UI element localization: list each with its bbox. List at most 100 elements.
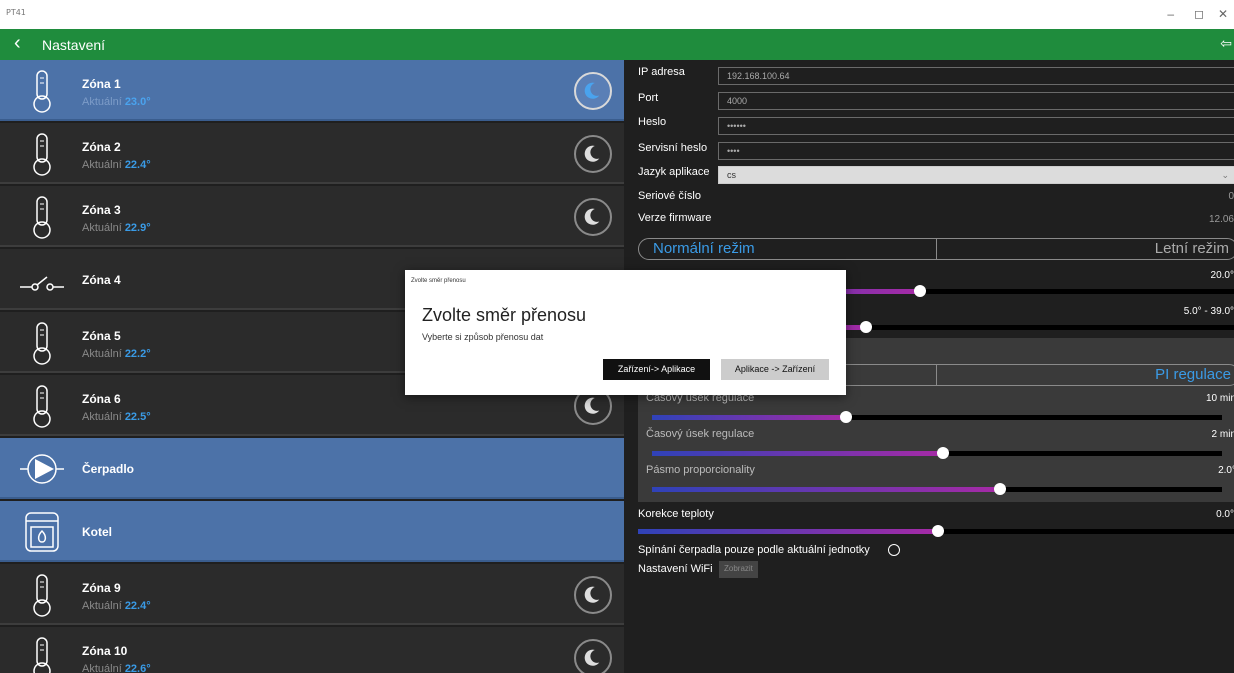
correction-value: 0.0° bbox=[1216, 509, 1234, 520]
serial-value: 0 bbox=[1228, 191, 1234, 202]
wifi-label: Nastavení WiFi bbox=[638, 563, 713, 575]
zone-name: Zóna 3 bbox=[82, 203, 121, 217]
boiler-item[interactable]: Kotel bbox=[0, 501, 624, 562]
slider1-value: 20.0° bbox=[1210, 270, 1234, 281]
chevron-down-icon: ⌄ bbox=[1221, 170, 1229, 180]
temp-value: 22.4° bbox=[124, 159, 151, 171]
regulation-pi-option[interactable]: PI regulace bbox=[1155, 365, 1231, 385]
temp-value: 23.0° bbox=[124, 96, 151, 108]
app-to-device-button[interactable]: Aplikace -> Zařízení bbox=[721, 359, 829, 380]
zone-item-2[interactable]: Zóna 2 Aktuální 22.4° bbox=[0, 123, 624, 184]
slider-knob[interactable] bbox=[860, 321, 872, 333]
reg-time2-label: Časový úsek regulace bbox=[646, 428, 755, 440]
window-title: PT41 bbox=[6, 8, 26, 17]
ip-label: IP adresa bbox=[638, 66, 685, 78]
temp-label: Aktuální bbox=[82, 96, 122, 108]
mode-toggle[interactable]: Normální režim Letní režim bbox=[638, 238, 1234, 260]
pump-item[interactable]: Čerpadlo bbox=[0, 438, 624, 499]
thermometer-icon bbox=[33, 385, 51, 428]
slider-knob[interactable] bbox=[936, 447, 949, 459]
zone-name: Zóna 10 bbox=[82, 644, 128, 658]
thermometer-icon bbox=[33, 637, 51, 673]
correction-slider[interactable] bbox=[638, 524, 1234, 538]
slider-fill bbox=[652, 415, 846, 420]
mode-summer-option[interactable]: Letní režim bbox=[1155, 239, 1229, 259]
slider-knob[interactable] bbox=[993, 483, 1006, 495]
thermometer-icon bbox=[33, 196, 51, 239]
slider-knob[interactable] bbox=[932, 525, 944, 537]
slider-knob[interactable] bbox=[914, 285, 926, 297]
page-title: Nastavení bbox=[42, 37, 106, 53]
moon-icon bbox=[584, 82, 600, 99]
zone-name: Zóna 2 bbox=[82, 140, 121, 154]
switch-icon bbox=[20, 276, 64, 291]
temp-value: 22.6° bbox=[124, 663, 151, 673]
close-button[interactable]: ✕ bbox=[1218, 7, 1228, 21]
zone-name: Zóna 4 bbox=[82, 273, 121, 287]
zone-temp-line: Aktuální 22.4° bbox=[82, 600, 151, 612]
slider-knob[interactable] bbox=[839, 411, 852, 423]
boiler-name: Kotel bbox=[82, 525, 112, 539]
temp-label: Aktuální bbox=[82, 348, 122, 360]
slider2-value: 5.0° - 39.0° bbox=[1183, 306, 1234, 317]
zone-item-9[interactable]: Zóna 9 Aktuální 22.4° bbox=[0, 564, 624, 625]
prop-value: 2.0° bbox=[1218, 465, 1234, 476]
password-label: Heslo bbox=[638, 116, 667, 128]
night-mode-button[interactable] bbox=[574, 198, 612, 236]
dialog-small-title: Zvolte směr přenosu bbox=[411, 278, 466, 284]
language-select[interactable]: cs ⌄ bbox=[718, 166, 1234, 184]
service-password-label: Servisní heslo bbox=[638, 142, 708, 154]
pump-switch-radio[interactable] bbox=[888, 544, 900, 556]
thermometer-icon bbox=[33, 574, 51, 617]
reg-time1-slider[interactable] bbox=[652, 410, 1222, 424]
minimize-button[interactable]: – bbox=[1167, 7, 1174, 21]
slider-fill bbox=[638, 529, 938, 534]
language-label: Jazyk aplikace bbox=[638, 166, 710, 178]
correction-label: Korekce teploty bbox=[638, 508, 714, 520]
night-mode-button[interactable] bbox=[574, 639, 612, 673]
zone-temp-line: Aktuální 22.4° bbox=[82, 159, 151, 171]
zone-name: Zóna 6 bbox=[82, 392, 121, 406]
temp-value: 22.4° bbox=[124, 600, 151, 612]
zone-temp-line: Aktuální 22.6° bbox=[82, 663, 151, 673]
exit-icon[interactable]: ⇦ bbox=[1220, 35, 1232, 52]
thermometer-icon bbox=[33, 70, 51, 113]
zone-item-1[interactable]: Zóna 1 Aktuální 23.0° bbox=[0, 60, 624, 121]
port-label: Port bbox=[638, 92, 659, 104]
zone-temp-line: Aktuální 23.0° bbox=[82, 96, 151, 108]
temp-label: Aktuální bbox=[82, 663, 122, 673]
temp-label: Aktuální bbox=[82, 159, 122, 171]
temp-value: 22.2° bbox=[124, 348, 151, 360]
mode-normal-option[interactable]: Normální režim bbox=[639, 239, 937, 259]
password-input[interactable]: •••••• bbox=[718, 117, 1234, 135]
port-input[interactable]: 4000 bbox=[718, 92, 1234, 110]
firmware-value: 12.06 bbox=[1208, 214, 1234, 225]
moon-icon bbox=[584, 586, 600, 603]
app-header: ‹ Nastavení ⇦ bbox=[0, 29, 1234, 60]
moon-icon bbox=[584, 145, 600, 162]
night-mode-button[interactable] bbox=[574, 576, 612, 614]
zone-item-10[interactable]: Zóna 10 Aktuální 22.6° bbox=[0, 627, 624, 673]
temp-label: Aktuální bbox=[82, 222, 122, 234]
temp-label: Aktuální bbox=[82, 600, 122, 612]
temp-label: Aktuální bbox=[82, 411, 122, 423]
reg-time1-value: 10 min bbox=[1205, 393, 1234, 404]
device-to-app-button[interactable]: Zařízení-> Aplikace bbox=[603, 359, 710, 380]
reg-time2-slider[interactable] bbox=[652, 446, 1222, 460]
slider-fill bbox=[652, 487, 1000, 492]
prop-slider[interactable] bbox=[652, 482, 1222, 496]
back-arrow-icon[interactable]: ‹ bbox=[14, 32, 21, 55]
night-mode-button[interactable] bbox=[574, 135, 612, 173]
transfer-dialog: Zvolte směr přenosu Zvolte směr přenosu … bbox=[405, 270, 846, 395]
night-mode-button[interactable] bbox=[574, 72, 612, 110]
zone-temp-line: Aktuální 22.5° bbox=[82, 411, 151, 423]
language-value: cs bbox=[727, 170, 736, 180]
boiler-icon bbox=[25, 512, 59, 552]
service-password-input[interactable]: •••• bbox=[718, 142, 1234, 160]
pump-icon bbox=[20, 454, 64, 484]
zone-item-3[interactable]: Zóna 3 Aktuální 22.9° bbox=[0, 186, 624, 247]
zone-name: Zóna 5 bbox=[82, 329, 121, 343]
ip-input[interactable]: 192.168.100.64 bbox=[718, 67, 1234, 85]
maximize-button[interactable]: ◻ bbox=[1194, 7, 1204, 21]
wifi-show-button[interactable]: Zobrazit bbox=[719, 561, 758, 578]
